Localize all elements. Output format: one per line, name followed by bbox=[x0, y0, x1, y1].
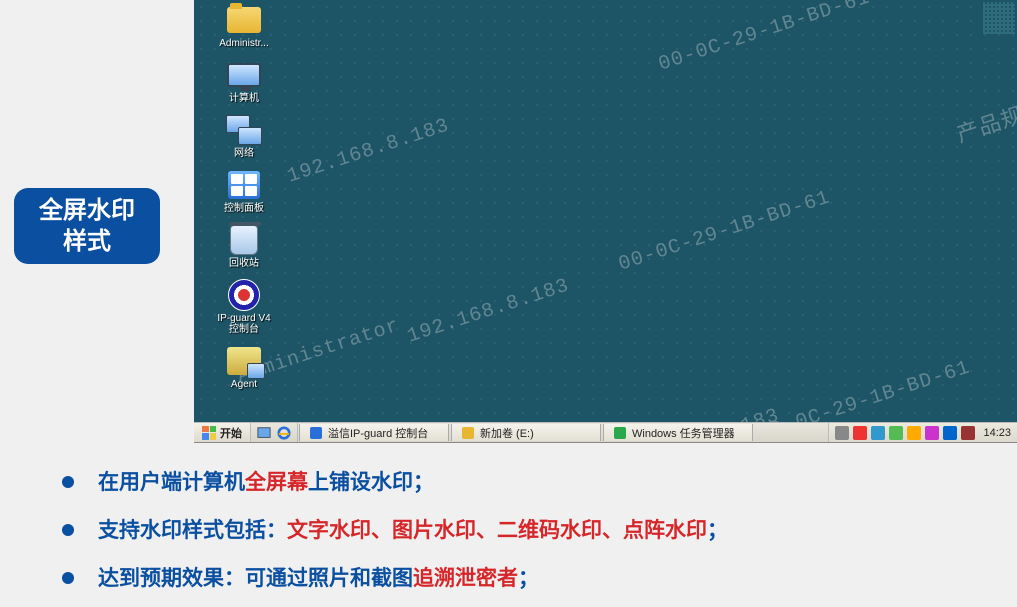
side-label-box: 全屏水印 样式 bbox=[14, 188, 160, 264]
watermark-dept: 产品规划部 bbox=[952, 83, 1017, 149]
watermark-ip: 192.168.8.183 bbox=[285, 114, 453, 188]
bullet-text-span: 在用户端计算机 bbox=[98, 471, 245, 494]
ipguard-v4-console-icon[interactable]: IP-guard V4 控制台 bbox=[208, 279, 280, 335]
start-button[interactable]: 开始 bbox=[194, 423, 251, 442]
bullet-text-span: 文字水印、图片水印、二维码水印、点阵水印 bbox=[287, 519, 707, 542]
desktop-screenshot: 00-0C-29-1B-BD-61 产品规划部 192.168.8.183 00… bbox=[194, 0, 1017, 443]
tray-icon[interactable] bbox=[907, 426, 921, 440]
watermark-mac: 00-0C-29-1B-BD-61 bbox=[656, 0, 873, 77]
system-tray: 14:23 bbox=[828, 423, 1017, 442]
computer-icon[interactable]: 计算机 bbox=[208, 59, 280, 104]
show-desktop-icon[interactable] bbox=[257, 426, 271, 440]
taskbar-item-ipguard[interactable]: 溢信IP-guard 控制台 bbox=[299, 424, 449, 441]
taskbar-item-volume-e[interactable]: 新加卷 (E:) bbox=[451, 424, 601, 441]
feature-bullets: 在用户端计算机全屏幕上铺设水印； 支持水印样式包括：文字水印、图片水印、二维码水… bbox=[58, 464, 997, 607]
taskbar: 开始 溢信IP-guard 控制台 新加卷 (E:) Windows 任务管理器 bbox=[194, 422, 1017, 442]
bullet-item: 达到预期效果：可通过照片和截图追溯泄密者； bbox=[58, 560, 997, 598]
recycle-bin-icon[interactable]: 回收站 bbox=[208, 224, 280, 269]
watermark-ip: 192.168.8.183 bbox=[615, 404, 783, 423]
watermark-mac: 00-0C-29-1B-BD-61 bbox=[616, 186, 833, 276]
bullet-text-span: 支持水印样式包括： bbox=[98, 519, 287, 542]
watermark-ip: 192.168.8.183 bbox=[405, 274, 573, 348]
desktop-icons-column: Administr... 计算机 网络 控制面板 回收站 IP-guard V4… bbox=[208, 4, 280, 390]
folder-icon bbox=[462, 427, 474, 439]
start-label: 开始 bbox=[220, 425, 242, 441]
control-panel-icon[interactable]: 控制面板 bbox=[208, 169, 280, 214]
quick-launch bbox=[251, 423, 298, 442]
watermark-layer: 00-0C-29-1B-BD-61 产品规划部 192.168.8.183 00… bbox=[194, 0, 1017, 423]
watermark-mac: 00-0C-29-1B-BD-61 bbox=[756, 356, 973, 423]
network-icon[interactable]: 网络 bbox=[208, 114, 280, 159]
bullet-text-span: ； bbox=[707, 519, 728, 542]
bullet-item: 支持水印样式包括：文字水印、图片水印、二维码水印、点阵水印； bbox=[58, 512, 997, 550]
bullet-text-span: 上铺设水印； bbox=[308, 471, 434, 494]
tray-icon[interactable] bbox=[943, 426, 957, 440]
app-icon bbox=[310, 427, 322, 439]
qr-watermark-icon bbox=[983, 2, 1015, 34]
side-label-text: 全屏水印 样式 bbox=[39, 195, 135, 257]
agent-icon[interactable]: Agent bbox=[208, 345, 280, 390]
taskmgr-icon bbox=[614, 427, 626, 439]
bullet-text-span: ； bbox=[518, 567, 539, 590]
tray-icon[interactable] bbox=[853, 426, 867, 440]
administrator-folder-icon[interactable]: Administr... bbox=[208, 4, 280, 49]
taskbar-item-taskmgr[interactable]: Windows 任务管理器 bbox=[603, 424, 753, 441]
tray-icon[interactable] bbox=[835, 426, 849, 440]
tray-icon[interactable] bbox=[925, 426, 939, 440]
windows-flag-icon bbox=[202, 426, 216, 440]
tray-icon[interactable] bbox=[871, 426, 885, 440]
tray-icon[interactable] bbox=[961, 426, 975, 440]
clock[interactable]: 14:23 bbox=[979, 427, 1011, 439]
bullet-text-span: 达到预期效果：可通过照片和截图 bbox=[98, 567, 413, 590]
tray-icon[interactable] bbox=[889, 426, 903, 440]
bullet-text-span: 全屏幕 bbox=[245, 471, 308, 494]
bullet-text-span: 追溯泄密者 bbox=[413, 567, 518, 590]
bullet-item: 在用户端计算机全屏幕上铺设水印； bbox=[58, 464, 997, 502]
desktop-wallpaper: 00-0C-29-1B-BD-61 产品规划部 192.168.8.183 00… bbox=[194, 0, 1017, 423]
ie-icon[interactable] bbox=[277, 426, 291, 440]
